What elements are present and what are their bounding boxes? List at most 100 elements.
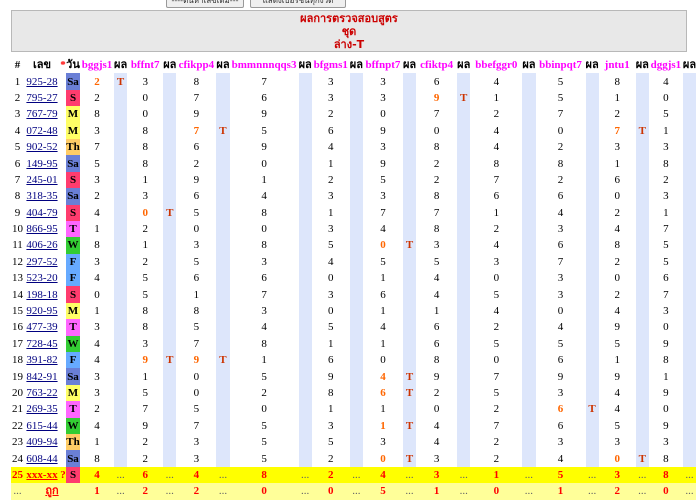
formula-value: 3: [328, 419, 334, 432]
result-mark: [216, 433, 230, 451]
formula-value: 0: [94, 288, 100, 301]
draw-number-link[interactable]: 072-48: [26, 125, 57, 137]
formula-value: 4: [614, 403, 620, 416]
formula-value: 6: [193, 190, 200, 203]
result-mark: [457, 270, 471, 287]
day-badge: Th: [66, 433, 80, 451]
formula-value: 3: [328, 288, 334, 301]
draw-number-link[interactable]: 404-79: [26, 207, 57, 219]
formula-value: 2: [328, 452, 334, 465]
formula-value: 9: [328, 370, 334, 383]
result-mark: [163, 106, 177, 123]
formula-value: 8: [142, 305, 148, 318]
formula-value: 1: [142, 370, 148, 383]
result-mark: [585, 155, 599, 172]
day-badge: S: [66, 204, 80, 221]
draw-number-link[interactable]: 608-44: [26, 453, 57, 465]
table-row: 16 477-39 T 3 8 5 4 5 4 6 2 4 9 0: [11, 319, 697, 336]
draw-number-link[interactable]: 523-20: [26, 272, 57, 284]
result-mark: [402, 73, 417, 90]
draw-number-link[interactable]: 318-35: [26, 190, 57, 202]
draw-number-link[interactable]: 920-95: [26, 305, 57, 317]
row-index: 17: [12, 337, 23, 350]
formula-value: 5: [193, 255, 200, 268]
draw-number-link[interactable]: 795-27: [26, 92, 57, 104]
row-index: 20: [12, 387, 23, 399]
draw-number-link[interactable]: 149-95: [26, 158, 57, 170]
formula-value: 4: [493, 141, 500, 154]
show-all-draws-button[interactable]: แสดงเบอร์ชนทุกงวด: [250, 0, 346, 8]
draw-number-link[interactable]: 245-01: [26, 174, 57, 186]
result-mark: T: [457, 89, 471, 107]
result-mark: [585, 220, 599, 238]
result-mark: [682, 302, 697, 320]
formula-value: 3: [663, 190, 669, 203]
draw-number-cell: 902-52: [24, 139, 60, 155]
result-mark: [585, 335, 599, 353]
formula-value: 4: [557, 321, 564, 334]
result-mark: [635, 89, 649, 107]
formula-value: 4: [94, 337, 100, 350]
formula-value: 6: [557, 354, 564, 367]
result-mark: [114, 335, 128, 353]
draw-number-link[interactable]: 269-35: [26, 403, 57, 415]
draw-number-cell: 925-28: [24, 73, 60, 89]
formula-value: 1: [94, 305, 100, 318]
result-mark: [635, 417, 649, 434]
formula-value: 7: [433, 108, 440, 121]
draw-number-link[interactable]: 198-18: [26, 289, 57, 301]
result-mark: [298, 122, 312, 139]
result-mark: [349, 253, 363, 271]
result-mark: [402, 352, 417, 369]
formula-value: 8: [94, 108, 100, 121]
header-star: *: [60, 59, 66, 72]
result-mark: [402, 155, 417, 172]
result-mark: [457, 171, 471, 189]
result-mark: [114, 106, 128, 123]
result-mark: [216, 237, 230, 254]
formula-value: 4: [433, 272, 440, 285]
draw-number-link[interactable]: 767-79: [26, 108, 57, 120]
prediction-number-link[interactable]: xxx-xx: [26, 469, 57, 481]
result-mark: [522, 270, 536, 287]
score-label-link[interactable]: ถูก: [45, 485, 58, 497]
formula-value: 1: [328, 403, 334, 416]
result-banner: ผลการตรวจสอบสูตร ชุด ล่าง-T: [11, 10, 687, 52]
result-mark: [457, 335, 471, 353]
draw-number-link[interactable]: 391-82: [26, 354, 57, 366]
table-row: 17 728-45 W 4 3 7 8 1 1 6 5 5 5 9: [11, 335, 697, 353]
draw-number-link[interactable]: 728-45: [26, 338, 57, 350]
result-mark: [163, 286, 177, 303]
score-dots: ...: [457, 483, 471, 500]
draw-number-link[interactable]: 297-52: [26, 256, 57, 268]
result-mark: [163, 384, 177, 402]
result-mark: [522, 138, 536, 156]
result-mark: [635, 401, 649, 418]
draw-number-link[interactable]: 409-94: [26, 436, 57, 448]
result-mark: [114, 368, 128, 385]
row-index: 3: [14, 108, 21, 121]
result-mark: [682, 220, 697, 238]
draw-number-link[interactable]: 763-22: [26, 387, 57, 399]
draw-number-link[interactable]: 477-39: [26, 321, 57, 333]
draw-number-link[interactable]: 615-44: [26, 420, 57, 432]
result-mark: [682, 122, 697, 139]
draw-number-link[interactable]: 406-26: [26, 239, 57, 251]
result-mark: [216, 73, 230, 90]
result-mark: [216, 384, 230, 402]
draw-number-link[interactable]: 925-28: [26, 76, 57, 88]
result-mark: [216, 171, 230, 189]
score-value: 2: [176, 483, 217, 500]
draw-number-link[interactable]: 866-95: [26, 223, 57, 235]
draw-number-cell: 477-39: [24, 319, 60, 335]
score-value: 0: [229, 483, 299, 500]
result-mark: [457, 417, 471, 434]
formula-value: 8: [261, 337, 267, 350]
score-value: 5: [362, 483, 403, 500]
draw-number-link[interactable]: 902-52: [26, 141, 57, 153]
search-old-number-button[interactable]: ----ดันหาเลขเดิม----: [166, 0, 244, 8]
result-mark: [585, 286, 599, 303]
result-mark: [402, 253, 417, 271]
draw-number-link[interactable]: 842-91: [26, 371, 57, 383]
result-mark: [298, 319, 312, 336]
